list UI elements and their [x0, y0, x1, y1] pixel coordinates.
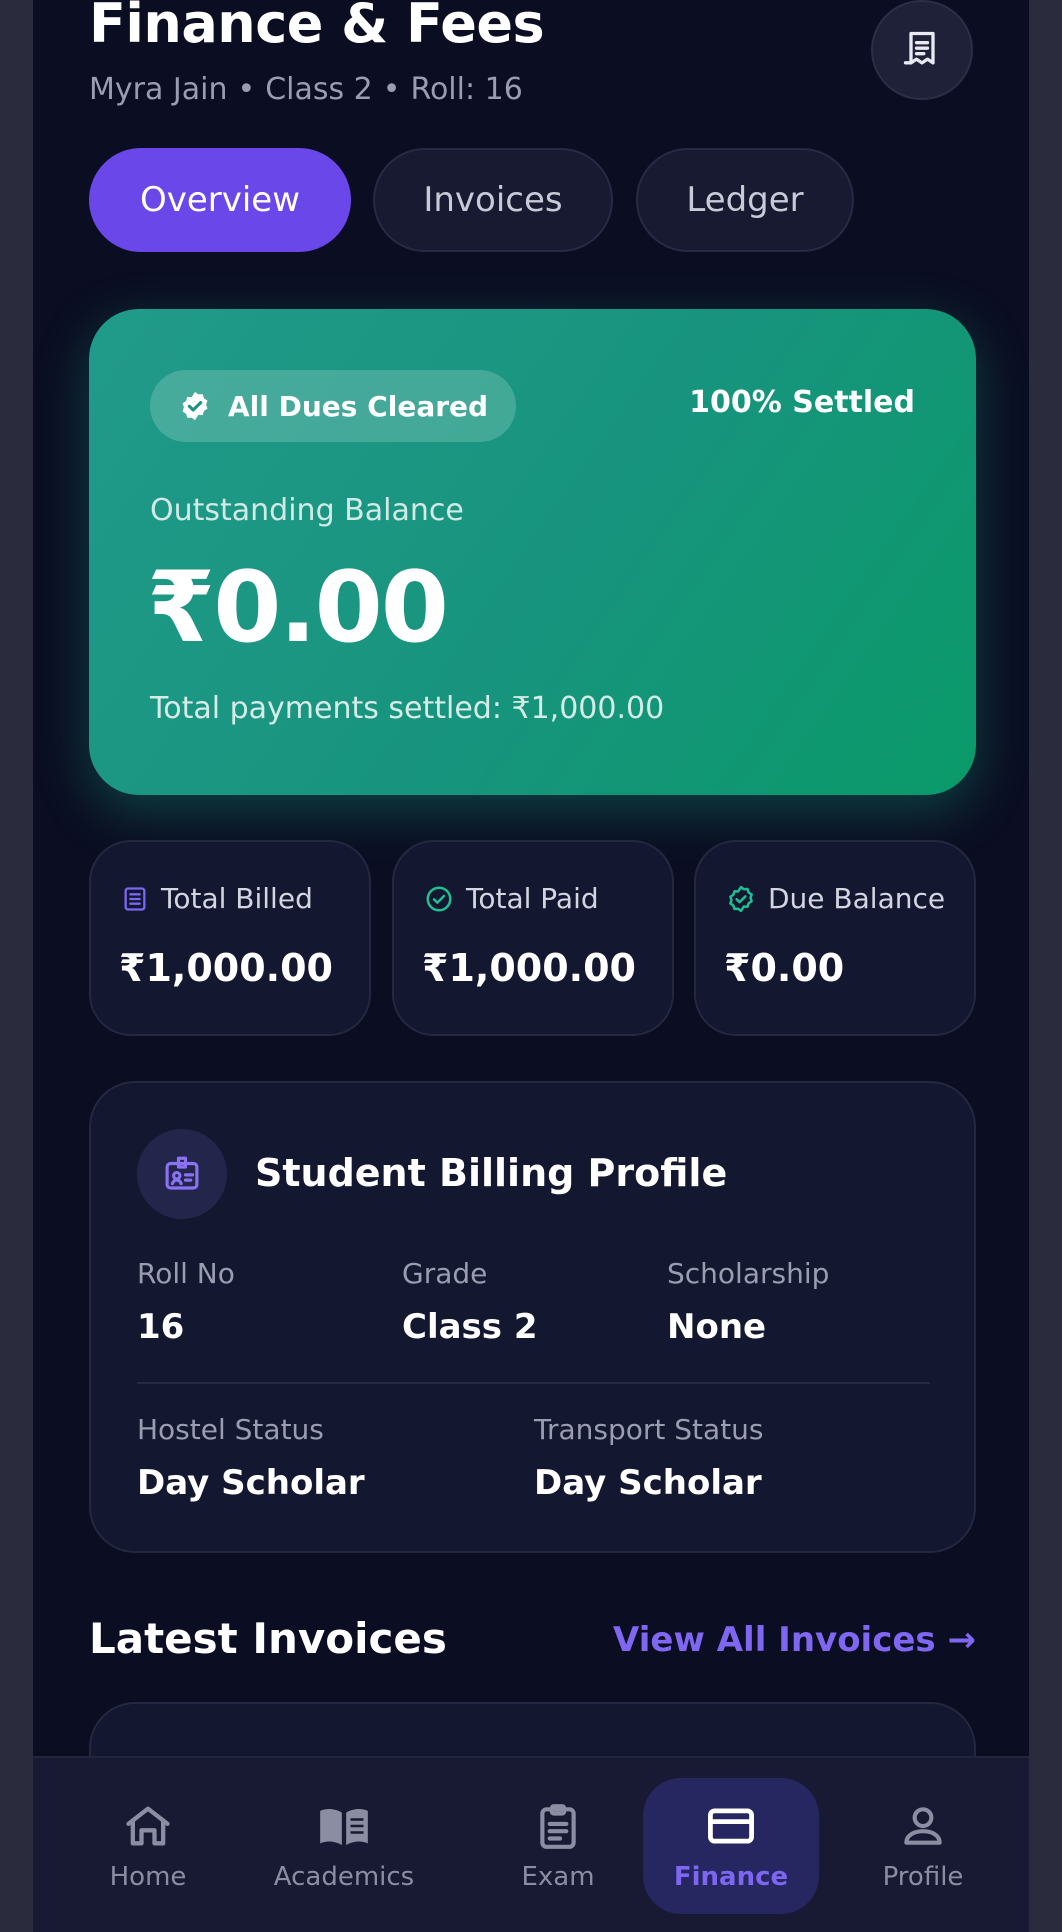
stat-card-due-balance[interactable]: Due Balance ₹0.00	[694, 840, 976, 1036]
profile-title: Student Billing Profile	[255, 1151, 728, 1195]
field-label-hostel: Hostel Status	[137, 1413, 324, 1446]
field-value-transport: Day Scholar	[534, 1463, 762, 1503]
check-circle-icon	[426, 886, 452, 911]
student-class: Class 2	[265, 72, 373, 107]
check-badge-icon	[182, 391, 208, 421]
stat-label: Due Balance	[768, 882, 946, 915]
stat-label: Total Paid	[466, 882, 599, 915]
receipt-icon	[903, 31, 935, 65]
status-badge-label: All Dues Cleared	[228, 389, 489, 423]
book-icon	[320, 1809, 368, 1846]
field-label-transport: Transport Status	[534, 1413, 764, 1446]
receipt-button[interactable]	[871, 0, 973, 100]
stat-value: ₹1,000.00	[119, 946, 333, 990]
nav-label: Home	[109, 1862, 187, 1892]
page-title: Finance & Fees	[89, 0, 545, 55]
tab-overview[interactable]: Overview	[89, 148, 351, 252]
user-icon	[904, 1807, 942, 1845]
tab-invoices[interactable]: Invoices	[373, 148, 613, 252]
balance-amount: ₹0.00	[147, 551, 449, 665]
field-value-roll: 16	[137, 1307, 185, 1347]
nav-item-profile[interactable]: Profile	[863, 1778, 983, 1914]
nav-label: Finance	[673, 1862, 789, 1892]
status-badge: All Dues Cleared	[150, 370, 517, 442]
outstanding-balance-card: All Dues Cleared 100% Settled Outstandin…	[89, 309, 976, 795]
id-badge-icon	[137, 1129, 227, 1219]
nav-item-finance[interactable]: Finance	[643, 1778, 819, 1914]
stat-value: ₹1,000.00	[422, 946, 636, 990]
stat-card-total-paid[interactable]: Total Paid ₹1,000.00	[392, 840, 674, 1036]
home-icon	[126, 1806, 170, 1846]
view-all-invoices-link[interactable]: View All Invoices →	[613, 1620, 976, 1660]
stat-header: Due Balance	[726, 882, 945, 915]
nav-label: Academics	[273, 1862, 415, 1892]
clipboard-icon	[540, 1804, 576, 1849]
nav-item-home[interactable]: Home	[83, 1778, 213, 1914]
nav-label: Exam	[521, 1862, 595, 1892]
payments-settled-note: Total payments settled: ₹1,000.00	[150, 691, 665, 726]
stat-value: ₹0.00	[724, 946, 845, 990]
verified-badge-icon	[729, 885, 753, 912]
stat-header: Total Paid	[424, 882, 599, 915]
nav-item-academics[interactable]: Academics	[259, 1778, 429, 1914]
field-label-roll: Roll No	[137, 1257, 235, 1290]
app-screen: Finance & Fees Myra Jain • Class 2 • Roll: 1…	[33, 0, 1029, 1932]
student-roll: Roll: 16	[410, 72, 523, 107]
document-icon	[124, 886, 146, 911]
stat-label: Total Billed	[161, 882, 313, 915]
balance-label: Outstanding Balance	[150, 493, 464, 528]
divider	[137, 1382, 930, 1384]
bottom-navigation: Home Academics Exam Finance Profile	[33, 1756, 1029, 1932]
student-subtitle: Myra Jain • Class 2 • Roll: 16	[89, 72, 523, 107]
billing-profile-card: Student Billing Profile Roll No 16 Grade…	[89, 1081, 976, 1553]
nav-label: Profile	[882, 1862, 964, 1892]
nav-item-exam[interactable]: Exam	[498, 1778, 618, 1914]
settled-percent: 100% Settled	[689, 385, 915, 420]
stat-card-total-billed[interactable]: Total Billed ₹1,000.00	[89, 840, 371, 1036]
field-label-scholarship: Scholarship	[667, 1257, 830, 1290]
field-label-grade: Grade	[402, 1257, 488, 1290]
field-value-hostel: Day Scholar	[137, 1463, 365, 1503]
separator: •	[382, 72, 401, 107]
stat-header: Total Billed	[121, 882, 313, 915]
latest-invoices-title: Latest Invoices	[89, 1614, 447, 1663]
tab-ledger[interactable]: Ledger	[636, 148, 854, 252]
separator: •	[237, 72, 256, 107]
credit-card-icon	[708, 1808, 754, 1844]
field-value-grade: Class 2	[402, 1307, 538, 1347]
field-value-scholarship: None	[667, 1307, 767, 1347]
student-name: Myra Jain	[89, 72, 228, 107]
